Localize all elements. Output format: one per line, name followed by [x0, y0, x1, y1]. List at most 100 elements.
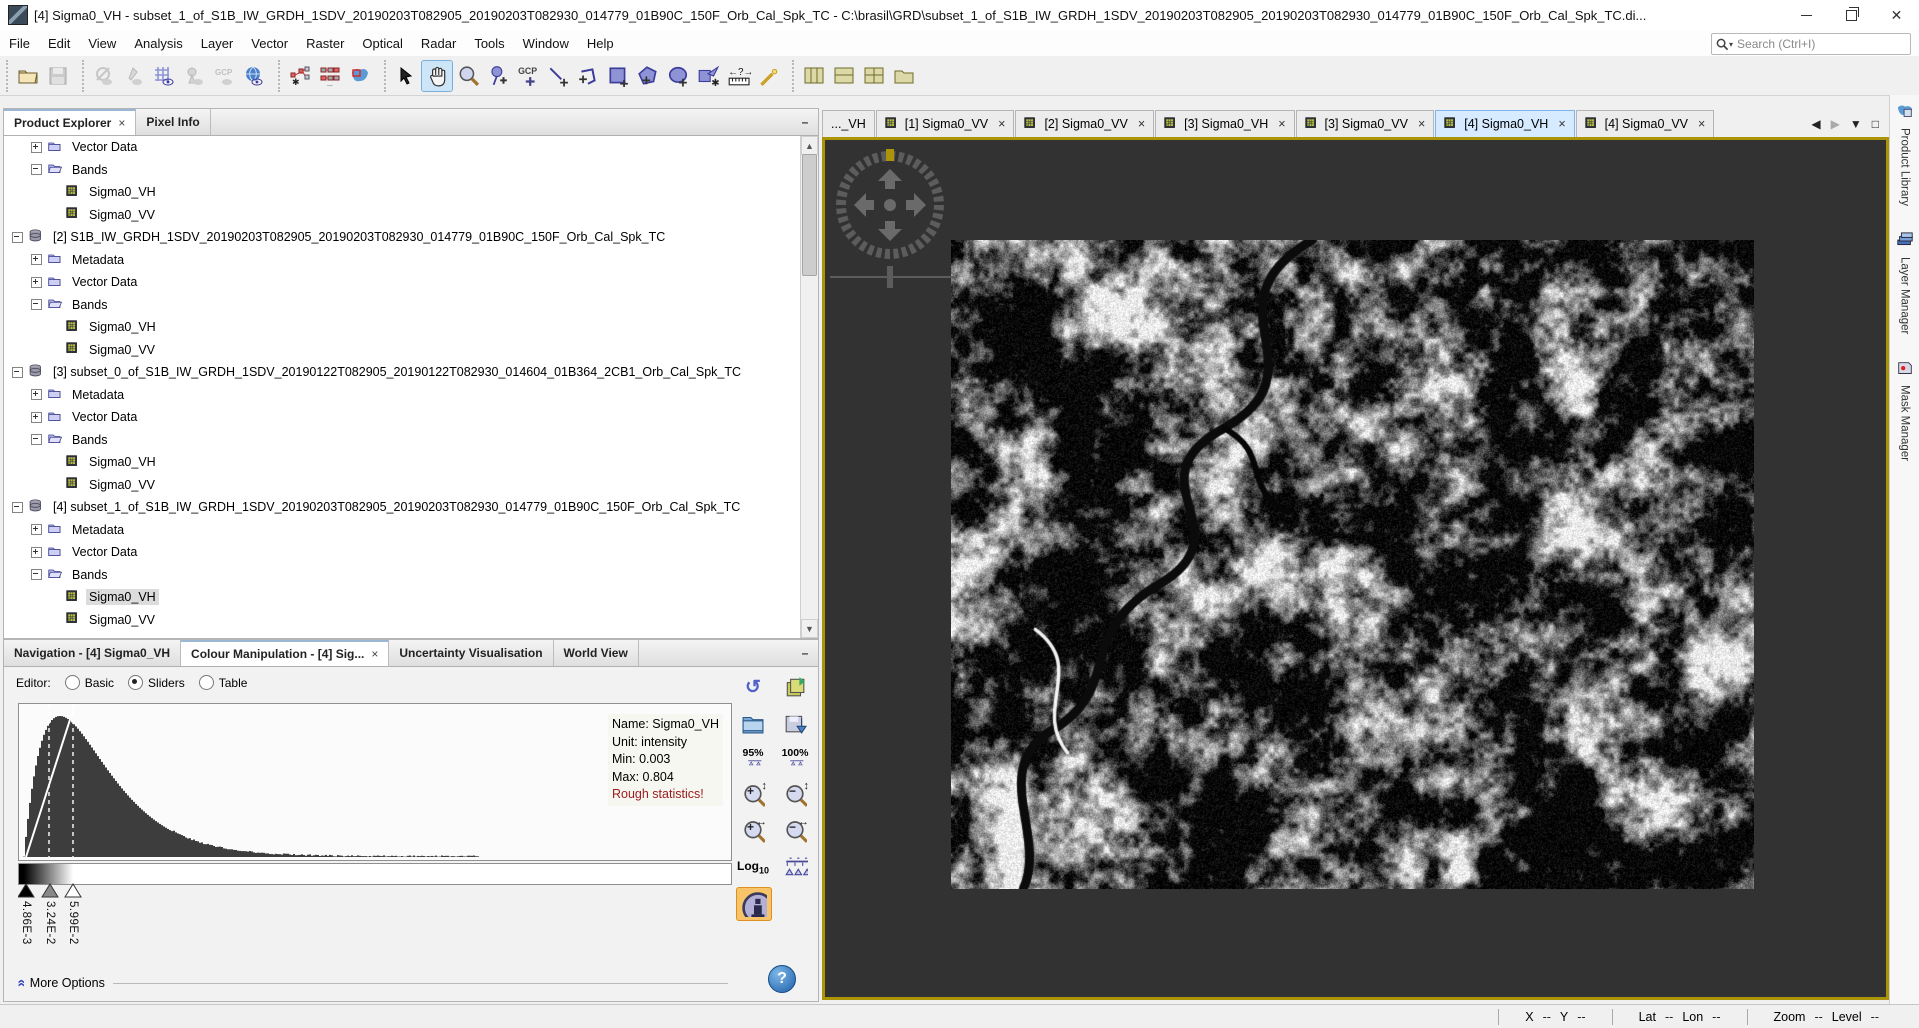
scroll-tabs-right-icon[interactable]: ▶ [1831, 117, 1840, 131]
close-button[interactable]: ✕ [1874, 1, 1919, 30]
import-palette-icon[interactable] [736, 707, 770, 739]
tree-item-sigma0-vv[interactable]: Sigma0_VV [4, 474, 801, 497]
minimize-panel-icon[interactable]: – [792, 109, 818, 135]
scroll-tabs-left-icon[interactable]: ◀ [1811, 117, 1820, 131]
pin-plus-icon[interactable] [483, 61, 513, 91]
tile-single-icon[interactable] [889, 61, 919, 91]
tree-item-bands[interactable]: Bands [4, 294, 801, 317]
help-button[interactable]: ? [768, 965, 796, 993]
tile-horizontal-icon[interactable] [829, 61, 859, 91]
pin-manager-icon[interactable] [179, 61, 209, 91]
tool-tab-uncertainty-visualisation[interactable]: Uncertainty Visualisation [389, 640, 553, 666]
close-doc-tab-icon[interactable]: × [1278, 117, 1285, 131]
search-input[interactable]: ▾ Search (Ctrl+I) [1711, 33, 1911, 55]
sar-image[interactable] [951, 240, 1754, 889]
menu-analysis[interactable]: Analysis [125, 32, 191, 55]
tree-expander-icon[interactable] [31, 299, 42, 310]
doc-tab--4-sigma0-vh[interactable]: [4] Sigma0_VH× [1435, 110, 1574, 137]
close-doc-tab-icon[interactable]: × [1138, 117, 1145, 131]
apply-to-multiple-icon[interactable] [778, 671, 812, 703]
tree-expander-icon[interactable] [12, 502, 23, 513]
tree-item--3-subset-0-of-s1b-iw-grdh-1sdv-20190122[interactable]: [3] subset_0_of_S1B_IW_GRDH_1SDV_2019012… [4, 361, 801, 384]
tree-item-metadata[interactable]: Metadata [4, 519, 801, 542]
open-product-icon[interactable] [13, 61, 43, 91]
tab-list-dropdown-icon[interactable]: ▼ [1850, 117, 1862, 131]
tree-expander-icon[interactable] [31, 164, 42, 175]
scroll-down-icon[interactable]: ▼ [801, 619, 818, 638]
line-tool-icon[interactable] [543, 61, 573, 91]
graticule-overlay-icon[interactable] [149, 61, 179, 91]
graph-builder-icon[interactable]: ... [315, 61, 345, 91]
distribute-sliders-icon[interactable] [778, 851, 812, 883]
doc-tab--1-sigma0-vv[interactable]: [1] Sigma0_VV× [876, 110, 1015, 137]
menu-edit[interactable]: Edit [39, 32, 79, 55]
world-overlay-icon[interactable] [239, 61, 269, 91]
doc-tab--vh[interactable]: ..._VH [822, 110, 875, 137]
doc-tab--2-sigma0-vv[interactable]: [2] Sigma0_VV× [1015, 110, 1154, 137]
close-doc-tab-icon[interactable]: × [1698, 117, 1705, 131]
world-map-icon[interactable] [345, 61, 375, 91]
tree-scrollbar[interactable]: ▲ ▼ [800, 136, 818, 638]
gcp-plus-icon[interactable]: GCP [513, 61, 543, 91]
close-doc-tab-icon[interactable]: × [1558, 117, 1565, 131]
minimize-panel-icon[interactable]: – [792, 640, 818, 666]
tree-expander-icon[interactable] [31, 434, 42, 445]
polyline-tool-icon[interactable] [573, 61, 603, 91]
tree-item-sigma0-vv[interactable]: Sigma0_VV [4, 204, 801, 227]
tree-item-vector-data[interactable]: Vector Data [4, 406, 801, 429]
menu-tools[interactable]: Tools [465, 32, 513, 55]
tree-expander-icon[interactable] [31, 389, 42, 400]
tree-item-bands[interactable]: Bands [4, 564, 801, 587]
tree-item-sigma0-vv[interactable]: Sigma0_VV [4, 609, 801, 632]
zoom-out-horizontal-icon[interactable]: − ↔ [778, 815, 812, 847]
search-dropdown-icon[interactable]: ▾ [1729, 40, 1733, 49]
reset-icon[interactable]: ↺ [736, 671, 770, 703]
tree-item--4-subset-1-of-s1b-iw-grdh-1sdv-20190203[interactable]: [4] subset_1_of_S1B_IW_GRDH_1SDV_2019020… [4, 496, 801, 519]
tree-item-sigma0-vh[interactable]: Sigma0_VH [4, 316, 801, 339]
tree-expander-icon[interactable] [31, 547, 42, 558]
tree-expander-icon[interactable] [12, 367, 23, 378]
close-tab-icon[interactable]: × [371, 647, 378, 661]
explorer-tab-pixel-info[interactable]: Pixel Info [136, 109, 210, 135]
menu-layer[interactable]: Layer [192, 32, 243, 55]
menu-window[interactable]: Window [514, 32, 578, 55]
magic-wand-icon[interactable] [753, 61, 783, 91]
sidebar-product-library[interactable]: Product Library [1895, 103, 1915, 206]
tree-expander-icon[interactable] [12, 232, 23, 243]
doc-tab--3-sigma0-vv[interactable]: [3] Sigma0_VV× [1296, 110, 1435, 137]
editor-radio-basic[interactable] [65, 675, 80, 690]
close-tab-icon[interactable]: × [118, 116, 125, 130]
menu-optical[interactable]: Optical [353, 32, 411, 55]
tree-item-vector-data[interactable]: Vector Data [4, 541, 801, 564]
sidebar-mask-manager[interactable]: Mask Manager [1895, 360, 1915, 461]
select-tool-icon[interactable] [391, 61, 421, 91]
tree-expander-icon[interactable] [31, 569, 42, 580]
sidebar-layer-manager[interactable]: Layer Manager [1895, 232, 1915, 334]
tile-grid-icon[interactable] [859, 61, 889, 91]
no-data-overlay-icon[interactable] [89, 61, 119, 91]
navigation-dial[interactable] [828, 143, 958, 293]
tree-expander-icon[interactable] [31, 277, 42, 288]
zoom-out-vertical-icon[interactable]: − ↕ [778, 779, 812, 811]
scroll-up-icon[interactable]: ▲ [801, 136, 818, 155]
tree-item-sigma0-vh[interactable]: Sigma0_VH [4, 181, 801, 204]
tool-tab-navigation-4-sigma0-vh[interactable]: Navigation - [4] Sigma0_VH [4, 640, 181, 666]
show-extra-info-icon[interactable] [736, 887, 772, 921]
auto-adjust-95-icon[interactable]: 95% [736, 743, 770, 775]
tree-item-sigma0-vh[interactable]: Sigma0_VH [4, 586, 801, 609]
export-palette-icon[interactable] [778, 707, 812, 739]
ellipse-tool-icon[interactable] [663, 61, 693, 91]
tool-tab-colour-manipulation-4-sig-[interactable]: Colour Manipulation - [4] Sig...× [181, 640, 389, 666]
pin-overlay-icon[interactable] [119, 61, 149, 91]
minimize-button[interactable] [1784, 1, 1829, 30]
auto-adjust-100-icon[interactable]: 100% [778, 743, 812, 775]
palette-sliders[interactable] [18, 883, 730, 899]
menu-raster[interactable]: Raster [297, 32, 353, 55]
tree-item--2-s1b-iw-grdh-1sdv-20190203t082905-2019[interactable]: [2] S1B_IW_GRDH_1SDV_20190203T082905_201… [4, 226, 801, 249]
more-options-toggle[interactable]: » More Options [16, 975, 728, 991]
tree-item-sigma0-vh[interactable]: Sigma0_VH [4, 451, 801, 474]
doc-tab--3-sigma0-vh[interactable]: [3] Sigma0_VH× [1155, 110, 1294, 137]
close-doc-tab-icon[interactable]: × [1418, 117, 1425, 131]
menu-radar[interactable]: Radar [412, 32, 465, 55]
tree-expander-icon[interactable] [31, 412, 42, 423]
